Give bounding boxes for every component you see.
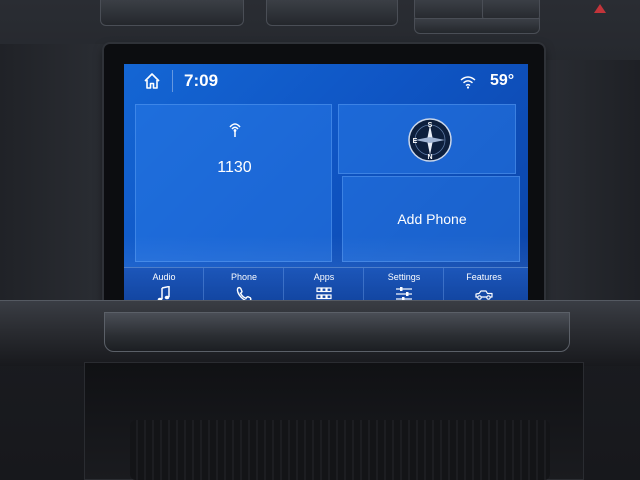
add-phone-label: Add Phone [397, 211, 467, 227]
navigation-tile[interactable]: S E N [338, 104, 516, 174]
left-panel [0, 44, 112, 334]
compass-letter: S [428, 122, 433, 129]
radio-antenna-icon [229, 123, 241, 137]
status-divider [172, 70, 173, 92]
clock: 7:09 [184, 71, 219, 90]
infotainment-screen: 7:09 59° 1130 S E N Add Phone Audio Phon… [124, 64, 528, 312]
add-phone-tile[interactable]: Add Phone [342, 176, 520, 262]
dashboard-surround: 7:09 59° 1130 S E N Add Phone Audio Phon… [0, 0, 640, 480]
dash-trim [104, 312, 570, 352]
compass-icon: S E N [408, 118, 452, 162]
status-bar: 7:09 59° [124, 64, 528, 98]
nav-label: Phone [230, 272, 258, 282]
nav-label: Features [466, 272, 502, 282]
radio-tile[interactable]: 1130 [135, 104, 332, 262]
storage-tray [130, 420, 550, 480]
compass-letter: N [427, 154, 432, 161]
outside-temperature: 59° [490, 72, 515, 89]
hazard-icon [594, 4, 606, 13]
hardware-button-row [0, 0, 640, 40]
hardware-button[interactable] [414, 18, 540, 34]
radio-station: 1130 [217, 159, 252, 176]
home-icon[interactable] [142, 71, 162, 91]
nav-label: Apps [313, 272, 335, 282]
hazard-button[interactable] [266, 0, 606, 26]
wifi-signal-icon [460, 76, 476, 89]
right-panel [534, 60, 640, 310]
nav-label: Audio [152, 272, 176, 282]
hardware-button[interactable] [100, 0, 244, 26]
compass-letter: E [413, 138, 418, 145]
nav-label: Settings [387, 272, 421, 282]
